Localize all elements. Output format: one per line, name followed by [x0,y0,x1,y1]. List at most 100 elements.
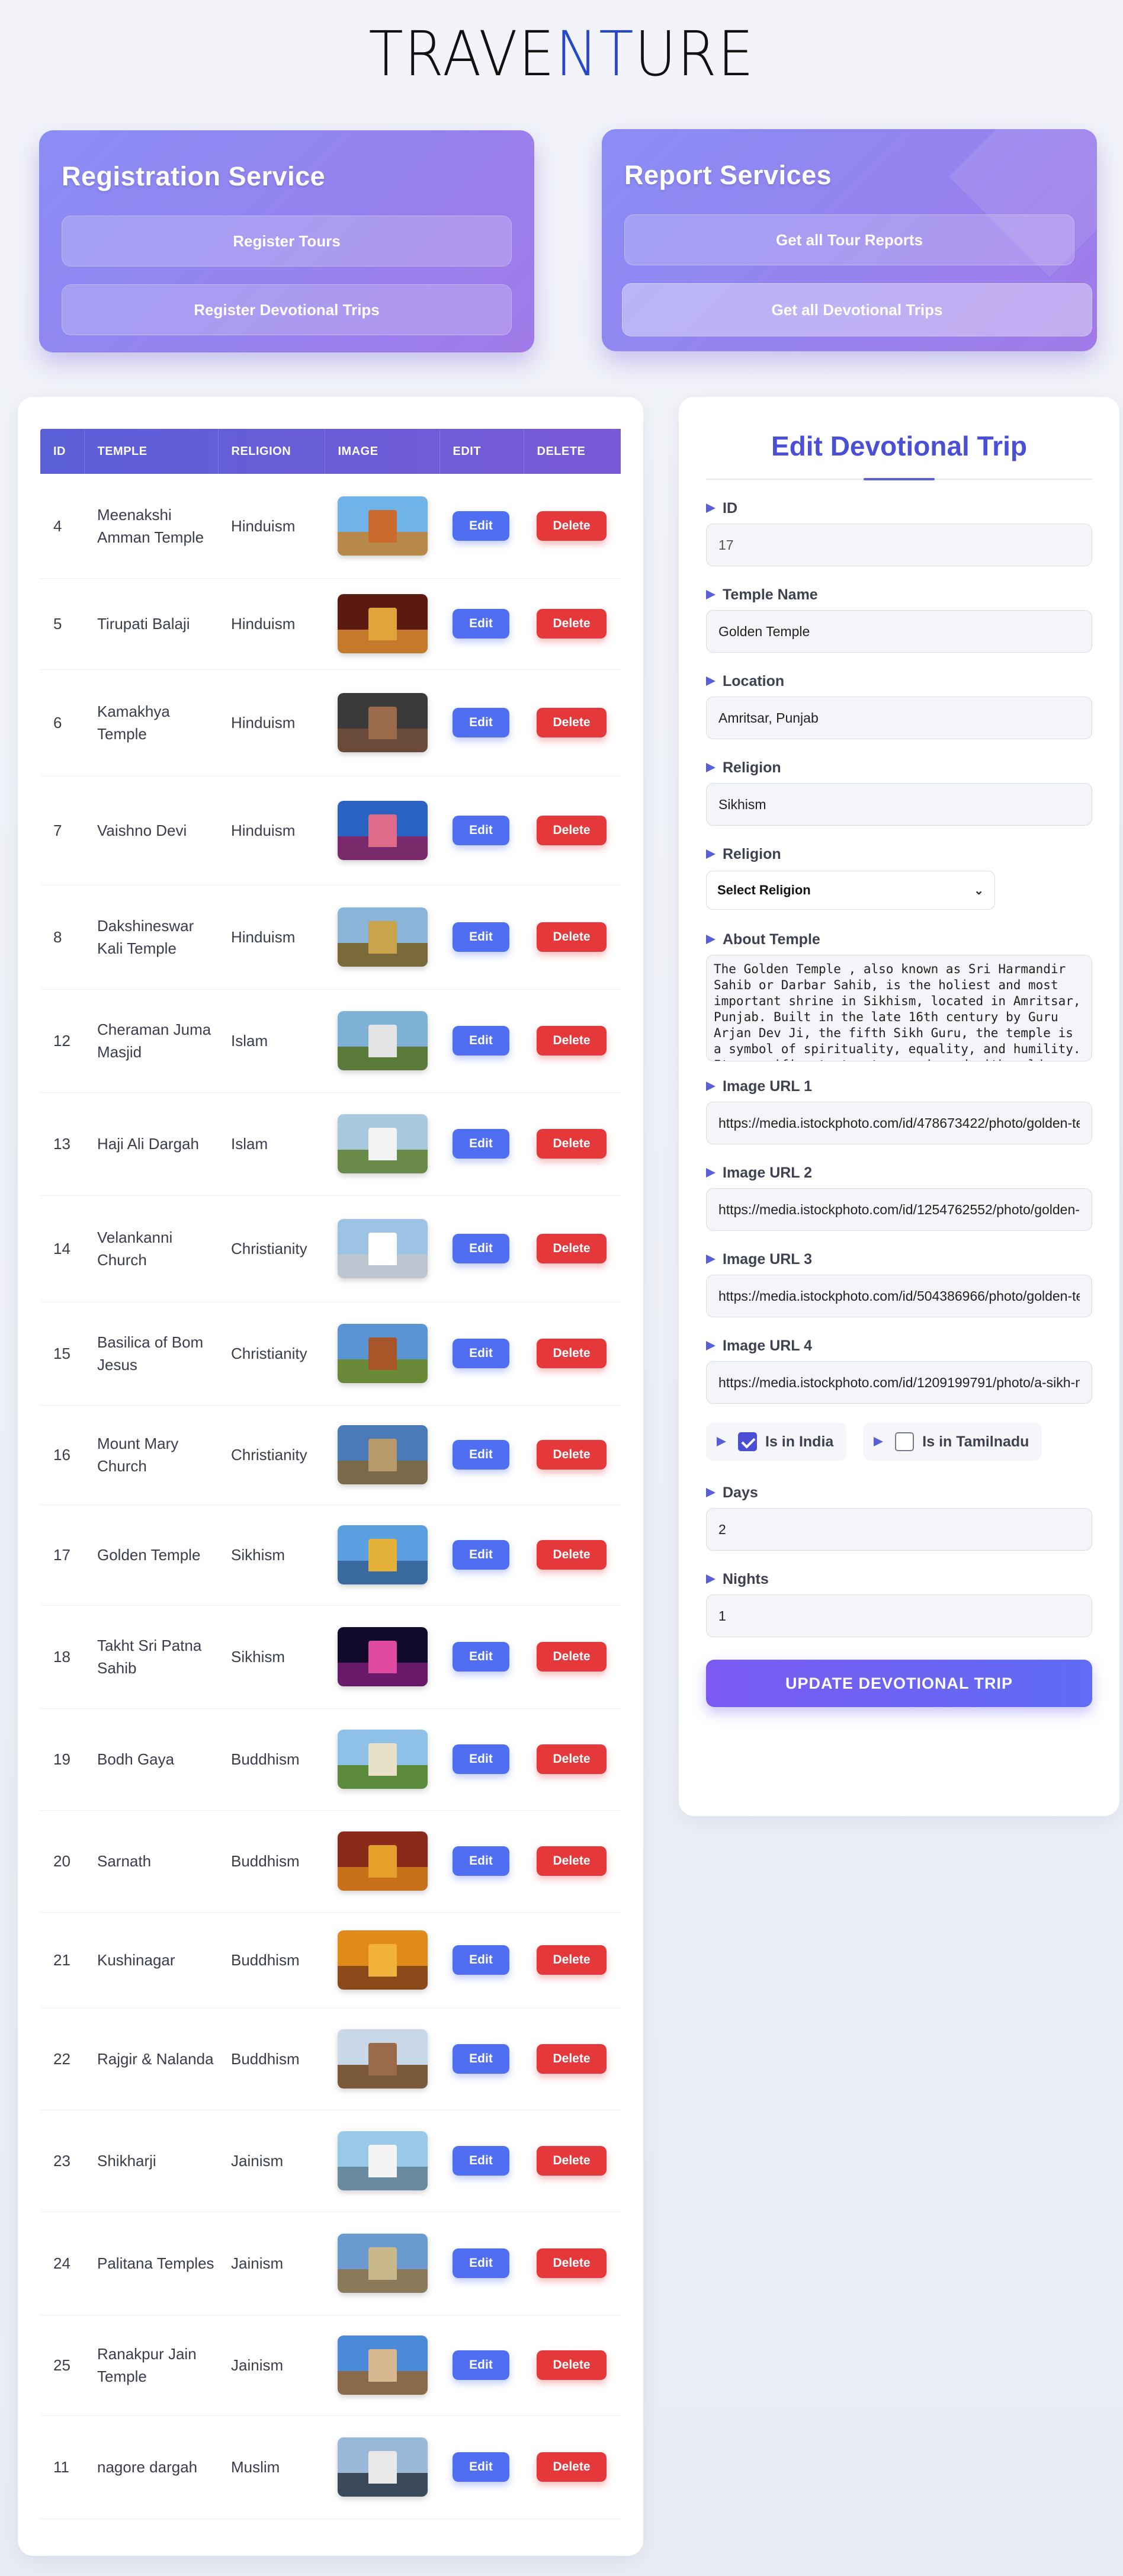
temple-name-label: Temple Name [706,583,1092,607]
row-image-cell [325,989,439,1093]
days-label: Days [706,1481,1092,1504]
app-logo[interactable]: TRAVENTURE [0,18,1123,90]
edit-button[interactable]: Edit [453,2146,509,2176]
edit-button[interactable]: Edit [453,922,509,952]
edit-button[interactable]: Edit [453,1540,509,1570]
row-edit-cell: Edit [439,776,524,886]
edit-button[interactable]: Edit [453,1026,509,1056]
is-in-india-checkbox[interactable] [738,1432,757,1451]
row-religion: Jainism [218,2212,325,2315]
edit-button[interactable]: Edit [453,2044,509,2074]
row-religion: Christianity [218,1195,325,1303]
table-row: 17 Golden Temple Sikhism Edit Delete [40,1504,621,1606]
temple-thumbnail [338,2029,428,2089]
edit-button[interactable]: Edit [453,708,509,737]
update-devotional-trip-button[interactable]: UPDATE DEVOTIONAL TRIP [706,1660,1092,1707]
nights-field[interactable] [706,1595,1092,1637]
is-in-tamilnadu-option[interactable]: Is in Tamilnadu [863,1423,1042,1461]
delete-button[interactable]: Delete [537,1540,607,1570]
row-delete-cell: Delete [524,1092,621,1196]
id-field[interactable] [706,524,1092,566]
religion-select[interactable]: Select Religion ⌄ [706,871,995,910]
days-field[interactable] [706,1508,1092,1551]
religion-field[interactable] [706,783,1092,826]
get-all-devotional-trips-button[interactable]: Get all Devotional Trips [622,283,1092,336]
row-delete-cell: Delete [524,1302,621,1406]
row-temple-name: Sarnath [84,1810,218,1913]
about-temple-textarea[interactable]: The Golden Temple , also known as Sri Ha… [706,955,1092,1061]
delete-button[interactable]: Delete [537,1129,607,1159]
table-row: 20 Sarnath Buddhism Edit Delete [40,1810,621,1913]
delete-button[interactable]: Delete [537,1642,607,1672]
row-religion: Hinduism [218,578,325,670]
image-url-2-field[interactable] [706,1188,1092,1231]
edit-button[interactable]: Edit [453,1945,509,1975]
row-religion: Hinduism [218,885,325,990]
temple-name-field[interactable] [706,610,1092,653]
edit-button[interactable]: Edit [453,1129,509,1159]
delete-button[interactable]: Delete [537,816,607,845]
row-edit-cell: Edit [439,989,524,1093]
edit-button[interactable]: Edit [453,816,509,845]
delete-button[interactable]: Delete [537,1846,607,1876]
row-image-cell [325,2008,439,2110]
is-in-india-option[interactable]: Is in India [706,1423,847,1461]
row-image-cell [325,1912,439,2009]
edit-button[interactable]: Edit [453,1440,509,1470]
row-image-cell [325,1405,439,1505]
edit-button[interactable]: Edit [453,1846,509,1876]
edit-button[interactable]: Edit [453,511,509,541]
row-image-cell [325,1708,439,1811]
row-delete-cell: Delete [524,2415,621,2519]
edit-button[interactable]: Edit [453,1339,509,1368]
header-image: IMAGE [325,429,440,474]
row-delete-cell: Delete [524,885,621,990]
image-url-3-label: Image URL 3 [706,1247,1092,1271]
delete-button[interactable]: Delete [537,511,607,541]
image-url-1-field[interactable] [706,1102,1092,1144]
location-field[interactable] [706,697,1092,739]
delete-button[interactable]: Delete [537,2248,607,2278]
delete-button[interactable]: Delete [537,2452,607,2482]
edit-button[interactable]: Edit [453,1744,509,1774]
edit-button[interactable]: Edit [453,1642,509,1672]
delete-button[interactable]: Delete [537,1234,607,1263]
row-edit-cell: Edit [439,2415,524,2519]
nights-label: Nights [706,1567,1092,1591]
delete-button[interactable]: Delete [537,708,607,737]
row-id: 7 [40,776,84,886]
arrow-icon [706,1574,715,1584]
image-url-4-field[interactable] [706,1361,1092,1404]
delete-button[interactable]: Delete [537,609,607,639]
register-tours-button[interactable]: Register Tours [62,216,512,267]
row-id: 15 [40,1302,84,1406]
edit-button[interactable]: Edit [453,2350,509,2380]
row-religion: Christianity [218,1302,325,1406]
get-all-tour-reports-button[interactable]: Get all Tour Reports [624,214,1074,265]
delete-button[interactable]: Delete [537,2146,607,2176]
delete-button[interactable]: Delete [537,1440,607,1470]
row-edit-cell: Edit [439,2110,524,2212]
delete-button[interactable]: Delete [537,1339,607,1368]
report-services-card: Report Services Get all Tour Reports Get… [602,129,1097,351]
delete-button[interactable]: Delete [537,1744,607,1774]
edit-button[interactable]: Edit [453,609,509,639]
is-in-tamilnadu-checkbox[interactable] [895,1432,915,1451]
edit-button[interactable]: Edit [453,2248,509,2278]
table-row: 5 Tirupati Balaji Hinduism Edit Delete [40,578,621,670]
edit-button[interactable]: Edit [453,2452,509,2482]
delete-button[interactable]: Delete [537,2350,607,2380]
row-temple-name: Mount Mary Church [84,1405,218,1505]
delete-button[interactable]: Delete [537,922,607,952]
row-temple-name: Takht Sri Patna Sahib [84,1605,218,1709]
edit-button[interactable]: Edit [453,1234,509,1263]
delete-button[interactable]: Delete [537,1026,607,1056]
arrow-icon [706,590,715,599]
table-row: 16 Mount Mary Church Christianity Edit Delet… [40,1405,621,1505]
register-devotional-trips-button[interactable]: Register Devotional Trips [62,284,512,335]
delete-button[interactable]: Delete [537,1945,607,1975]
id-label: ID [706,496,1092,520]
row-delete-cell: Delete [524,1810,621,1913]
delete-button[interactable]: Delete [537,2044,607,2074]
image-url-3-field[interactable] [706,1275,1092,1317]
